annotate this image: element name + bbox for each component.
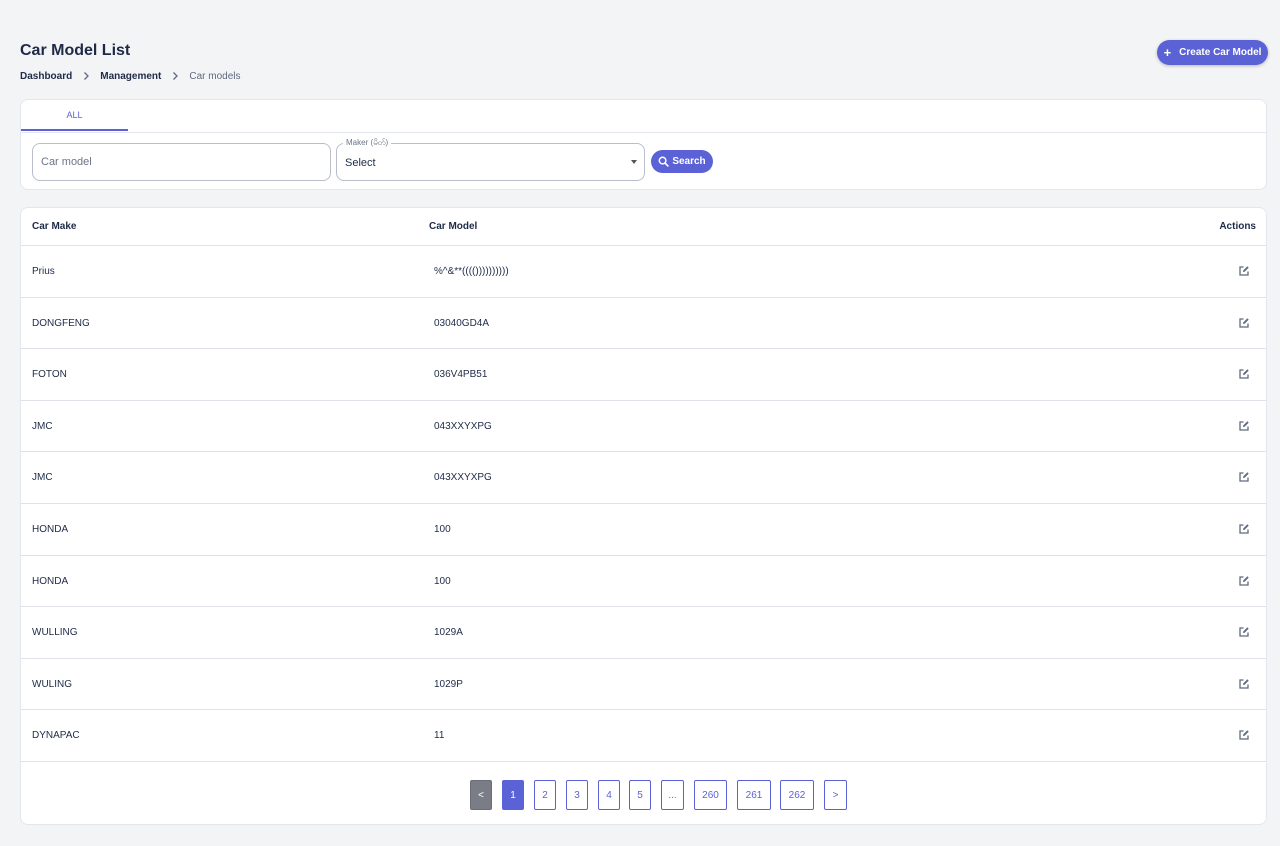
table-body: Prius %^&**(((()))))))))) DONGFENG 03040… bbox=[21, 246, 1266, 762]
breadcrumb: Dashboard Management Car models bbox=[20, 69, 241, 83]
create-car-model-label: Create Car Model bbox=[1179, 47, 1262, 58]
car-model-cell: 043XXYXPG bbox=[434, 420, 492, 432]
plus-icon: + bbox=[1163, 45, 1172, 60]
edit-icon[interactable] bbox=[1236, 469, 1252, 485]
table-row: HONDA 100 bbox=[21, 504, 1266, 556]
tab-bar: ALL bbox=[21, 100, 1266, 133]
car-model-cell: 100 bbox=[434, 575, 451, 587]
edit-icon[interactable] bbox=[1236, 573, 1252, 589]
car-model-cell: 11 bbox=[434, 730, 445, 742]
pagination-prev-button[interactable]: < bbox=[470, 780, 492, 810]
edit-icon[interactable] bbox=[1236, 366, 1252, 382]
car-make-cell: Prius bbox=[32, 266, 55, 277]
column-header-car-make: Car Make bbox=[32, 221, 77, 232]
column-header-car-model: Car Model bbox=[429, 221, 478, 232]
pagination-ellipsis: ... bbox=[661, 780, 684, 810]
pagination-page-button[interactable]: 5 bbox=[629, 780, 651, 810]
breadcrumb-dashboard[interactable]: Dashboard bbox=[20, 71, 72, 82]
table-row: WULLING 1029A bbox=[21, 607, 1266, 659]
car-make-cell: HONDA bbox=[32, 523, 69, 535]
search-button-label: Search bbox=[672, 156, 706, 167]
chevron-right-icon bbox=[84, 72, 90, 80]
maker-select-value: Select bbox=[345, 157, 376, 169]
table-row: JMC 043XXYXPG bbox=[21, 452, 1266, 504]
search-button[interactable]: Search bbox=[651, 150, 713, 173]
maker-select[interactable]: Maker (မိတ်) Select bbox=[336, 138, 645, 181]
car-model-cell: 03040GD4A bbox=[434, 317, 490, 329]
car-make-cell: JMC bbox=[32, 472, 53, 484]
car-model-cell: 100 bbox=[434, 523, 451, 535]
create-car-model-button[interactable]: + Create Car Model bbox=[1157, 40, 1268, 65]
edit-icon[interactable] bbox=[1236, 624, 1252, 640]
car-make-cell: WULING bbox=[32, 678, 72, 690]
pagination: < 1 2 3 4 5 ... 260 261 262 > bbox=[21, 780, 1266, 812]
page-title: Car Model List bbox=[20, 42, 131, 59]
edit-icon[interactable] bbox=[1236, 521, 1252, 537]
breadcrumb-management[interactable]: Management bbox=[100, 71, 161, 82]
car-make-cell: JMC bbox=[32, 420, 53, 432]
table-header: Car Make Car Model Actions bbox=[21, 208, 1266, 246]
pagination-page-button[interactable]: 2 bbox=[534, 780, 556, 810]
table-row: Prius %^&**(((()))))))))) bbox=[21, 246, 1266, 298]
pagination-page-button[interactable]: 261 bbox=[737, 780, 771, 810]
car-model-input[interactable] bbox=[32, 143, 331, 181]
car-model-cell: 036V4PB51 bbox=[434, 369, 488, 381]
search-icon bbox=[658, 156, 670, 167]
filter-card: ALL Maker (မိတ်) Select Search bbox=[20, 99, 1267, 190]
table-row: DYNAPAC 11 bbox=[21, 710, 1266, 762]
table-row: JMC 043XXYXPG bbox=[21, 401, 1266, 453]
car-model-cell: 1029A bbox=[434, 627, 463, 639]
car-model-cell: 1029P bbox=[434, 678, 463, 690]
tab-all[interactable]: ALL bbox=[21, 100, 128, 131]
column-header-actions: Actions bbox=[1219, 221, 1256, 232]
edit-icon[interactable] bbox=[1236, 418, 1252, 434]
car-model-table: Car Make Car Model Actions Prius %^&**((… bbox=[20, 207, 1267, 825]
edit-icon[interactable] bbox=[1236, 263, 1252, 279]
car-make-cell: DYNAPAC bbox=[32, 730, 80, 742]
car-make-cell: FOTON bbox=[32, 369, 67, 381]
table-row: FOTON 036V4PB51 bbox=[21, 349, 1266, 401]
car-model-cell: 043XXYXPG bbox=[434, 472, 492, 484]
caret-down-icon bbox=[631, 160, 637, 164]
table-row: HONDA 100 bbox=[21, 556, 1266, 608]
pagination-page-button[interactable]: 1 bbox=[502, 780, 524, 810]
table-row: WULING 1029P bbox=[21, 659, 1266, 711]
car-make-cell: WULLING bbox=[32, 627, 78, 639]
pagination-page-button[interactable]: 4 bbox=[598, 780, 620, 810]
chevron-right-icon bbox=[173, 72, 179, 80]
car-make-cell: HONDA bbox=[32, 575, 69, 587]
car-model-cell: %^&**(((()))))))))) bbox=[434, 266, 509, 277]
pagination-page-button[interactable]: 260 bbox=[694, 780, 727, 810]
maker-select-label: Maker (မိတ်) bbox=[343, 138, 392, 148]
edit-icon[interactable] bbox=[1236, 315, 1252, 331]
edit-icon[interactable] bbox=[1236, 727, 1252, 743]
pagination-next-button[interactable]: > bbox=[824, 780, 847, 810]
edit-icon[interactable] bbox=[1236, 676, 1252, 692]
pagination-page-button[interactable]: 262 bbox=[780, 780, 814, 810]
pagination-page-button[interactable]: 3 bbox=[566, 780, 588, 810]
table-row: DONGFENG 03040GD4A bbox=[21, 298, 1266, 350]
car-make-cell: DONGFENG bbox=[32, 317, 90, 329]
breadcrumb-car-models: Car models bbox=[189, 70, 241, 82]
